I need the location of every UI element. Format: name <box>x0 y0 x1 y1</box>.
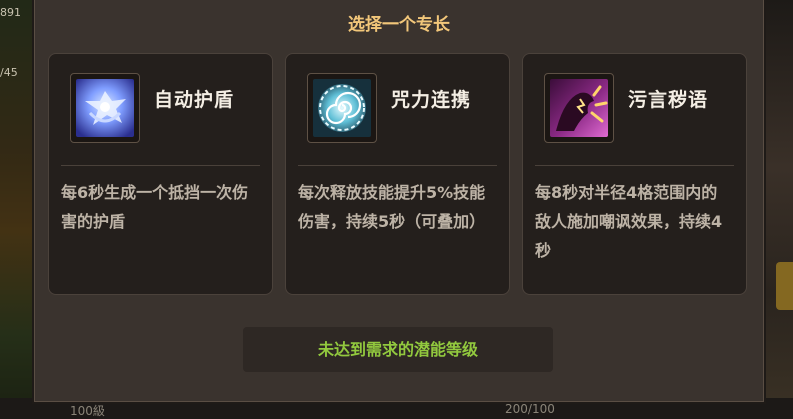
background-right-panel <box>766 0 793 419</box>
background-right-tab <box>776 262 793 310</box>
perk-card-foul-language[interactable]: 污言秽语 每8秒对半径4格范围内的敌人施加嘲讽效果，持续4秒 <box>522 53 747 295</box>
background-left-scene <box>0 0 34 419</box>
perk-name: 自动护盾 <box>154 89 235 111</box>
dialog-title: 选择一个专长 <box>348 15 450 35</box>
card-divider <box>61 165 260 166</box>
perk-name: 咒力连携 <box>391 89 472 111</box>
background-value-top: 891 <box>0 6 21 19</box>
perk-name: 污言秽语 <box>628 89 709 111</box>
perk-icon-frame <box>70 73 140 143</box>
perk-selection-dialog: 选择一个专长 自动护盾 每6秒生成一个抵挡一次伤害的护盾 咒力连携 每次释放技能… <box>34 0 764 402</box>
spiral-rune-icon <box>313 79 371 137</box>
background-bottom-left: 100級 <box>70 404 105 418</box>
perk-card-auto-shield[interactable]: 自动护盾 每6秒生成一个抵挡一次伤害的护盾 <box>48 53 273 295</box>
background-bottom-right: 200/100 <box>505 402 555 416</box>
card-divider <box>298 165 497 166</box>
requirement-notice: 未达到需求的潜能等级 <box>243 327 553 372</box>
shield-bird-icon <box>76 79 134 137</box>
perk-card-spell-chain[interactable]: 咒力连携 每次释放技能提升5%技能伤害，持续5秒（可叠加） <box>285 53 510 295</box>
taunt-demon-icon <box>550 79 608 137</box>
perk-description: 每8秒对半径4格范围内的敌人施加嘲讽效果，持续4秒 <box>535 183 723 260</box>
perk-description: 每次释放技能提升5%技能伤害，持续5秒（可叠加） <box>298 183 486 231</box>
perk-icon-frame <box>544 73 614 143</box>
perk-icon-frame <box>307 73 377 143</box>
background-value-mid: /45 <box>0 66 18 79</box>
card-divider <box>535 165 734 166</box>
perk-description: 每6秒生成一个抵挡一次伤害的护盾 <box>61 183 249 231</box>
